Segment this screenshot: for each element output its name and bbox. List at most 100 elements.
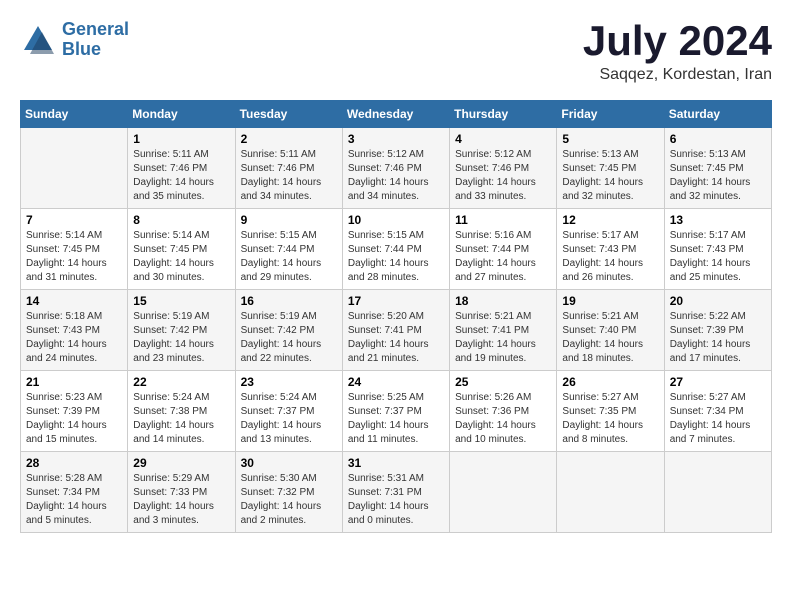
- calendar-cell: 6 Sunrise: 5:13 AM Sunset: 7:45 PM Daylig…: [664, 128, 771, 209]
- calendar-cell: 23 Sunrise: 5:24 AM Sunset: 7:37 PM Dayli…: [235, 371, 342, 452]
- day-number: 20: [670, 294, 766, 308]
- day-info: Sunrise: 5:30 AM Sunset: 7:32 PM Dayligh…: [241, 472, 337, 528]
- day-number: 22: [133, 375, 229, 389]
- day-number: 15: [133, 294, 229, 308]
- day-number: 4: [455, 132, 551, 146]
- day-number: 27: [670, 375, 766, 389]
- day-info: Sunrise: 5:11 AM Sunset: 7:46 PM Dayligh…: [241, 148, 337, 204]
- weekday-header-monday: Monday: [128, 101, 235, 128]
- day-number: 29: [133, 456, 229, 470]
- day-info: Sunrise: 5:24 AM Sunset: 7:37 PM Dayligh…: [241, 391, 337, 447]
- calendar-cell: 3Sunrise: 5:12 AM Sunset: 7:46 PM Daylig…: [342, 128, 449, 209]
- day-number: 13: [670, 213, 766, 227]
- calendar-cell: 8 Sunrise: 5:14 AM Sunset: 7:45 PM Daylig…: [128, 209, 235, 290]
- day-number: 11: [455, 213, 551, 227]
- day-number: 2: [241, 132, 337, 146]
- day-number: 17: [348, 294, 444, 308]
- day-number: 10: [348, 213, 444, 227]
- calendar-cell: 15 Sunrise: 5:19 AM Sunset: 7:42 PM Dayli…: [128, 290, 235, 371]
- day-info: Sunrise: 5:20 AM Sunset: 7:41 PM Dayligh…: [348, 310, 444, 366]
- day-number: 14: [26, 294, 122, 308]
- calendar-cell: 19Sunrise: 5:21 AM Sunset: 7:40 PM Dayli…: [557, 290, 664, 371]
- calendar-cell: 12 Sunrise: 5:17 AM Sunset: 7:43 PM Dayli…: [557, 209, 664, 290]
- weekday-header-row: SundayMondayTuesdayWednesdayThursdayFrid…: [21, 101, 772, 128]
- calendar-cell: 30 Sunrise: 5:30 AM Sunset: 7:32 PM Dayli…: [235, 452, 342, 533]
- calendar-cell: 28 Sunrise: 5:28 AM Sunset: 7:34 PM Dayli…: [21, 452, 128, 533]
- day-number: 12: [562, 213, 658, 227]
- logo-line2: Blue: [62, 39, 101, 59]
- weekday-header-wednesday: Wednesday: [342, 101, 449, 128]
- day-info: Sunrise: 5:19 AM Sunset: 7:42 PM Dayligh…: [133, 310, 229, 366]
- day-number: 6: [670, 132, 766, 146]
- logo-icon: [20, 22, 56, 58]
- calendar-cell: 1 Sunrise: 5:11 AM Sunset: 7:46 PM Daylig…: [128, 128, 235, 209]
- day-number: 26: [562, 375, 658, 389]
- page-header: General Blue July 2024 Saqqez, Kordestan…: [20, 20, 772, 84]
- calendar-cell: 4 Sunrise: 5:12 AM Sunset: 7:46 PM Daylig…: [450, 128, 557, 209]
- day-info: Sunrise: 5:15 AM Sunset: 7:44 PM Dayligh…: [348, 229, 444, 285]
- day-info: Sunrise: 5:29 AM Sunset: 7:33 PM Dayligh…: [133, 472, 229, 528]
- day-number: 23: [241, 375, 337, 389]
- day-info: Sunrise: 5:14 AM Sunset: 7:45 PM Dayligh…: [133, 229, 229, 285]
- day-info: Sunrise: 5:27 AM Sunset: 7:34 PM Dayligh…: [670, 391, 766, 447]
- logo-text: General Blue: [62, 20, 129, 60]
- day-number: 24: [348, 375, 444, 389]
- weekday-header-sunday: Sunday: [21, 101, 128, 128]
- day-info: Sunrise: 5:15 AM Sunset: 7:44 PM Dayligh…: [241, 229, 337, 285]
- day-number: 21: [26, 375, 122, 389]
- day-info: Sunrise: 5:28 AM Sunset: 7:34 PM Dayligh…: [26, 472, 122, 528]
- calendar-cell: 21Sunrise: 5:23 AM Sunset: 7:39 PM Dayli…: [21, 371, 128, 452]
- day-info: Sunrise: 5:17 AM Sunset: 7:43 PM Dayligh…: [562, 229, 658, 285]
- calendar-cell: 11 Sunrise: 5:16 AM Sunset: 7:44 PM Dayli…: [450, 209, 557, 290]
- calendar-cell: 29 Sunrise: 5:29 AM Sunset: 7:33 PM Dayli…: [128, 452, 235, 533]
- day-info: Sunrise: 5:13 AM Sunset: 7:45 PM Dayligh…: [670, 148, 766, 204]
- week-row-2: 7 Sunrise: 5:14 AM Sunset: 7:45 PM Daylig…: [21, 209, 772, 290]
- calendar-cell: 17 Sunrise: 5:20 AM Sunset: 7:41 PM Dayli…: [342, 290, 449, 371]
- weekday-header-saturday: Saturday: [664, 101, 771, 128]
- day-info: Sunrise: 5:22 AM Sunset: 7:39 PM Dayligh…: [670, 310, 766, 366]
- calendar-cell: 10 Sunrise: 5:15 AM Sunset: 7:44 PM Dayli…: [342, 209, 449, 290]
- day-info: Sunrise: 5:12 AM Sunset: 7:46 PM Dayligh…: [455, 148, 551, 204]
- month-title: July 2024: [583, 20, 772, 62]
- calendar-cell: 25Sunrise: 5:26 AM Sunset: 7:36 PM Dayli…: [450, 371, 557, 452]
- week-row-5: 28 Sunrise: 5:28 AM Sunset: 7:34 PM Dayli…: [21, 452, 772, 533]
- day-number: 8: [133, 213, 229, 227]
- calendar-table: SundayMondayTuesdayWednesdayThursdayFrid…: [20, 100, 772, 533]
- calendar-cell: 27 Sunrise: 5:27 AM Sunset: 7:34 PM Dayli…: [664, 371, 771, 452]
- calendar-cell: 14 Sunrise: 5:18 AM Sunset: 7:43 PM Dayli…: [21, 290, 128, 371]
- week-row-1: 1 Sunrise: 5:11 AM Sunset: 7:46 PM Daylig…: [21, 128, 772, 209]
- calendar-cell: [450, 452, 557, 533]
- calendar-cell: 13Sunrise: 5:17 AM Sunset: 7:43 PM Dayli…: [664, 209, 771, 290]
- day-info: Sunrise: 5:14 AM Sunset: 7:45 PM Dayligh…: [26, 229, 122, 285]
- calendar-cell: 2 Sunrise: 5:11 AM Sunset: 7:46 PM Daylig…: [235, 128, 342, 209]
- calendar-cell: [664, 452, 771, 533]
- calendar-cell: [21, 128, 128, 209]
- day-number: 30: [241, 456, 337, 470]
- day-number: 31: [348, 456, 444, 470]
- day-number: 28: [26, 456, 122, 470]
- calendar-cell: 24Sunrise: 5:25 AM Sunset: 7:37 PM Dayli…: [342, 371, 449, 452]
- title-section: July 2024 Saqqez, Kordestan, Iran: [583, 20, 772, 84]
- day-number: 1: [133, 132, 229, 146]
- week-row-4: 21Sunrise: 5:23 AM Sunset: 7:39 PM Dayli…: [21, 371, 772, 452]
- day-number: 7: [26, 213, 122, 227]
- day-info: Sunrise: 5:18 AM Sunset: 7:43 PM Dayligh…: [26, 310, 122, 366]
- calendar-cell: 16 Sunrise: 5:19 AM Sunset: 7:42 PM Dayli…: [235, 290, 342, 371]
- day-number: 25: [455, 375, 551, 389]
- calendar-cell: [557, 452, 664, 533]
- day-info: Sunrise: 5:19 AM Sunset: 7:42 PM Dayligh…: [241, 310, 337, 366]
- day-info: Sunrise: 5:16 AM Sunset: 7:44 PM Dayligh…: [455, 229, 551, 285]
- weekday-header-thursday: Thursday: [450, 101, 557, 128]
- day-number: 18: [455, 294, 551, 308]
- day-info: Sunrise: 5:21 AM Sunset: 7:40 PM Dayligh…: [562, 310, 658, 366]
- day-number: 9: [241, 213, 337, 227]
- day-info: Sunrise: 5:24 AM Sunset: 7:38 PM Dayligh…: [133, 391, 229, 447]
- day-number: 16: [241, 294, 337, 308]
- day-info: Sunrise: 5:27 AM Sunset: 7:35 PM Dayligh…: [562, 391, 658, 447]
- day-info: Sunrise: 5:12 AM Sunset: 7:46 PM Dayligh…: [348, 148, 444, 204]
- calendar-cell: 31Sunrise: 5:31 AM Sunset: 7:31 PM Dayli…: [342, 452, 449, 533]
- calendar-cell: 18Sunrise: 5:21 AM Sunset: 7:41 PM Dayli…: [450, 290, 557, 371]
- logo: General Blue: [20, 20, 129, 60]
- calendar-cell: 9 Sunrise: 5:15 AM Sunset: 7:44 PM Daylig…: [235, 209, 342, 290]
- day-info: Sunrise: 5:11 AM Sunset: 7:46 PM Dayligh…: [133, 148, 229, 204]
